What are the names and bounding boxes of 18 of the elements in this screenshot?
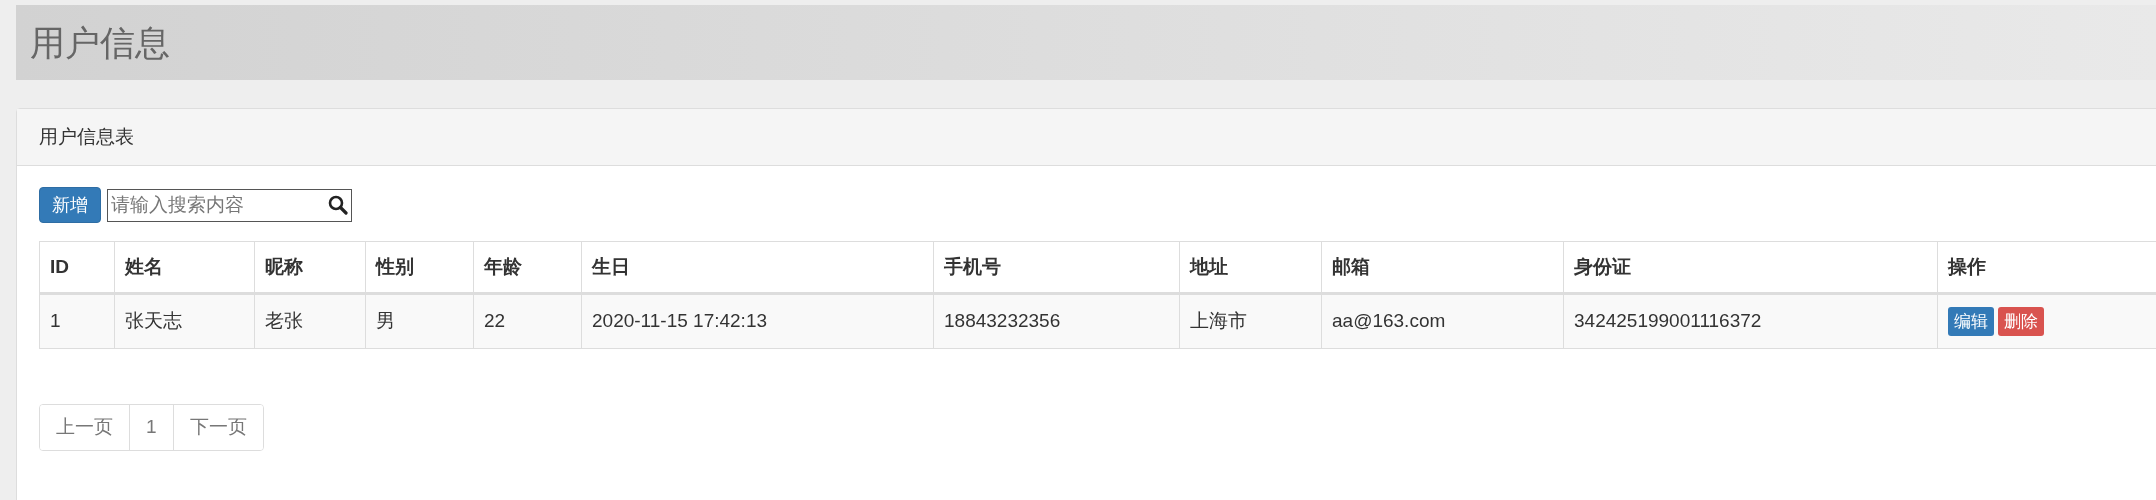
edit-button[interactable]: 编辑: [1948, 306, 1994, 337]
panel-title: 用户信息表: [39, 124, 134, 149]
table-cell: 2020-11-15 17:42:13: [581, 293, 934, 349]
table-cell: aa@163.com: [1321, 293, 1564, 349]
table-cell: 18843232356: [933, 293, 1180, 349]
table-cell: 1: [39, 293, 115, 349]
page-title: 用户信息: [30, 21, 170, 64]
search-icon: [328, 194, 348, 215]
table-cell: 342425199001116372: [1563, 293, 1938, 349]
table-cell: 上海市: [1179, 293, 1322, 349]
table-cell: 张天志: [114, 293, 255, 349]
pagination-button[interactable]: 下一页: [172, 405, 263, 450]
table-cell: 男: [365, 293, 474, 349]
search-field[interactable]: 请输入搜索内容: [107, 188, 352, 222]
delete-button[interactable]: 删除: [1998, 306, 2044, 337]
table-cell: 老张: [254, 293, 366, 349]
add-button[interactable]: 新增: [39, 187, 101, 223]
table-cell: 22: [473, 293, 582, 349]
